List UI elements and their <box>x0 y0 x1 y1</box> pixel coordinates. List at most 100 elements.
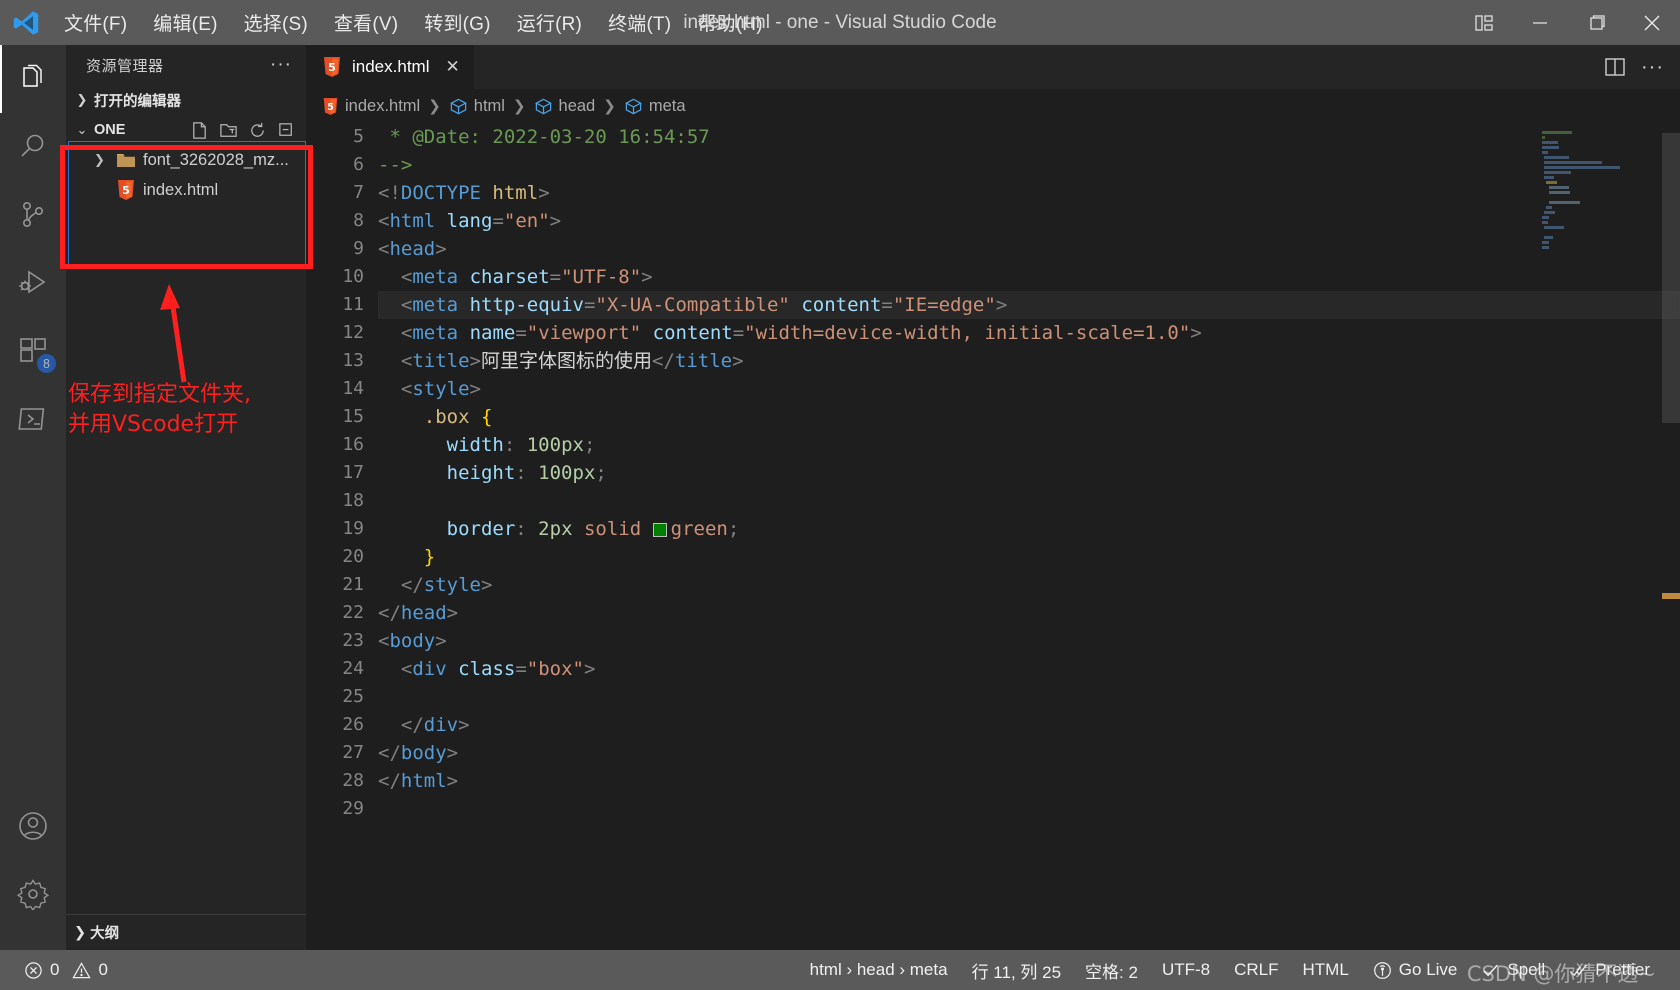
close-icon[interactable] <box>1624 0 1680 45</box>
status-indentation[interactable]: 空格: 2 <box>1073 958 1150 983</box>
code-line[interactable]: <meta name="viewport" content="width=dev… <box>378 319 1680 347</box>
activity-remote[interactable] <box>0 385 66 453</box>
code-line[interactable]: <body> <box>378 627 1680 655</box>
code-line[interactable]: * @Date: 2022-03-20 16:54:57 <box>378 123 1680 151</box>
code-content[interactable]: * @Date: 2022-03-20 16:54:57 --> <!DOCTYPE… <box>378 123 1680 950</box>
code-line[interactable] <box>378 795 1680 823</box>
status-language-mode[interactable]: HTML <box>1291 960 1361 980</box>
code-line[interactable]: <style> <box>378 375 1680 403</box>
tab-index-html[interactable]: 5 index.html ✕ <box>306 45 475 89</box>
line-number: 15 <box>342 406 364 427</box>
line-number: 20 <box>342 546 364 567</box>
line-number: 11 <box>342 294 364 315</box>
status-breadcrumb[interactable]: html › head › meta <box>798 960 960 980</box>
menu-run[interactable]: 运行(R) <box>505 5 594 40</box>
code-line[interactable]: <meta http-equiv="X-UA-Compatible" conte… <box>378 291 1680 319</box>
status-prettier[interactable]: Prettier <box>1557 960 1662 980</box>
code-line[interactable]: </div> <box>378 711 1680 739</box>
code-line[interactable] <box>378 683 1680 711</box>
status-eol[interactable]: CRLF <box>1222 960 1290 980</box>
status-spell[interactable]: Spell <box>1469 960 1557 980</box>
menu-go[interactable]: 转到(G) <box>412 5 502 40</box>
code-line[interactable]: </body> <box>378 739 1680 767</box>
code-line[interactable]: .box { <box>378 403 1680 431</box>
code-editor[interactable]: 5 6 7 8 9 10 11 12 13 14 15 16 17 18 19 20 21 22 23 24 25 26 2… <box>306 123 1680 950</box>
code-line[interactable]: </html> <box>378 767 1680 795</box>
close-icon[interactable]: ✕ <box>445 57 459 77</box>
code-line[interactable]: width: 100px; <box>378 431 1680 459</box>
line-number: 26 <box>342 714 364 735</box>
breadcrumb-item-file[interactable]: 5 index.html <box>322 97 420 116</box>
activity-source-control[interactable] <box>0 181 66 249</box>
line-number: 24 <box>342 658 364 679</box>
activity-bar: 8 <box>0 45 66 950</box>
symbol-field-icon <box>534 97 553 116</box>
code-line[interactable]: </style> <box>378 571 1680 599</box>
line-number: 6 <box>353 154 364 175</box>
maximize-icon[interactable] <box>1568 0 1624 45</box>
code-line[interactable]: height: 100px; <box>378 459 1680 487</box>
code-line[interactable]: <html lang="en"> <box>378 207 1680 235</box>
vscode-window: 文件(F) 编辑(E) 选择(S) 查看(V) 转到(G) 运行(R) 终端(T… <box>0 0 1680 990</box>
explorer-more-icon[interactable]: ··· <box>270 54 298 76</box>
section-open-editors[interactable]: ❯ 打开的编辑器 <box>66 85 306 115</box>
menu-terminal[interactable]: 终端(T) <box>596 5 683 40</box>
refresh-icon[interactable] <box>248 121 267 140</box>
prettier-label: Prettier <box>1595 960 1650 979</box>
go-live-label: Go Live <box>1398 960 1458 979</box>
breadcrumb-item-html[interactable]: html <box>449 97 505 116</box>
more-actions-icon[interactable]: ··· <box>1641 56 1664 79</box>
code-line[interactable]: <meta charset="UTF-8"> <box>378 263 1680 291</box>
activity-run-debug[interactable] <box>0 249 66 317</box>
code-line[interactable]: --> <box>378 151 1680 179</box>
minimize-icon[interactable] <box>1512 0 1568 45</box>
code-line[interactable]: border: 2px solid green; <box>378 515 1680 543</box>
activity-accounts[interactable] <box>0 792 66 860</box>
menu-selection[interactable]: 选择(S) <box>232 5 320 40</box>
explorer-sidebar: 资源管理器 ··· ❯ 打开的编辑器 ⌄ ONE ❯ font_3262028_… <box>66 45 306 950</box>
html5-icon: 5 <box>322 56 342 78</box>
tree-item-file-label: index.html <box>143 180 219 199</box>
code-line[interactable]: <!DOCTYPE html> <box>378 179 1680 207</box>
tree-item-folder[interactable]: ❯ font_3262028_mz... <box>66 145 306 175</box>
editor-scrollbar[interactable] <box>1662 123 1680 950</box>
section-outline-label: 大纲 <box>90 926 120 942</box>
menu-file[interactable]: 文件(F) <box>52 5 139 40</box>
code-line[interactable] <box>378 487 1680 515</box>
tree-item-file[interactable]: 5 index.html <box>66 175 306 205</box>
status-go-live[interactable]: Go Live <box>1361 960 1470 980</box>
section-outline[interactable]: ❯ 大纲 <box>66 914 306 950</box>
menu-view[interactable]: 查看(V) <box>322 5 410 40</box>
extensions-badge: 8 <box>37 354 56 373</box>
code-line[interactable]: <title>阿里字体图标的使用</title> <box>378 347 1680 375</box>
new-file-icon[interactable] <box>190 121 209 140</box>
window-controls <box>1456 0 1680 45</box>
breadcrumb-item-head[interactable]: head <box>534 97 595 116</box>
collapse-all-icon[interactable] <box>277 121 296 140</box>
line-number: 22 <box>342 602 364 623</box>
code-line[interactable]: </head> <box>378 599 1680 627</box>
activity-search[interactable] <box>0 113 66 181</box>
section-folder-one[interactable]: ⌄ ONE <box>66 115 306 145</box>
breadcrumb-item-meta[interactable]: meta <box>624 97 686 116</box>
svg-text:5: 5 <box>327 101 334 112</box>
code-line[interactable]: <div class="box"> <box>378 655 1680 683</box>
line-number: 12 <box>342 322 364 343</box>
chevron-down-icon: ⌄ <box>76 122 88 137</box>
split-editor-icon[interactable] <box>1603 55 1627 79</box>
menu-edit[interactable]: 编辑(E) <box>141 5 229 40</box>
section-open-editors-label: 打开的编辑器 <box>94 93 181 110</box>
menu-help[interactable]: 帮助(H) <box>685 5 774 40</box>
new-folder-icon[interactable] <box>219 121 238 140</box>
status-problems[interactable]: 0 0 <box>12 960 120 980</box>
activity-explorer[interactable] <box>0 45 66 113</box>
code-line[interactable]: <head> <box>378 235 1680 263</box>
scrollbar-thumb[interactable] <box>1662 133 1680 423</box>
minimap[interactable] <box>1542 123 1662 950</box>
customize-layout-icon[interactable] <box>1456 0 1512 45</box>
code-line[interactable]: } <box>378 543 1680 571</box>
activity-settings[interactable] <box>0 860 66 928</box>
status-encoding[interactable]: UTF-8 <box>1150 960 1222 980</box>
activity-extensions[interactable]: 8 <box>0 317 66 385</box>
status-cursor-position[interactable]: 行 11, 列 25 <box>960 958 1073 983</box>
